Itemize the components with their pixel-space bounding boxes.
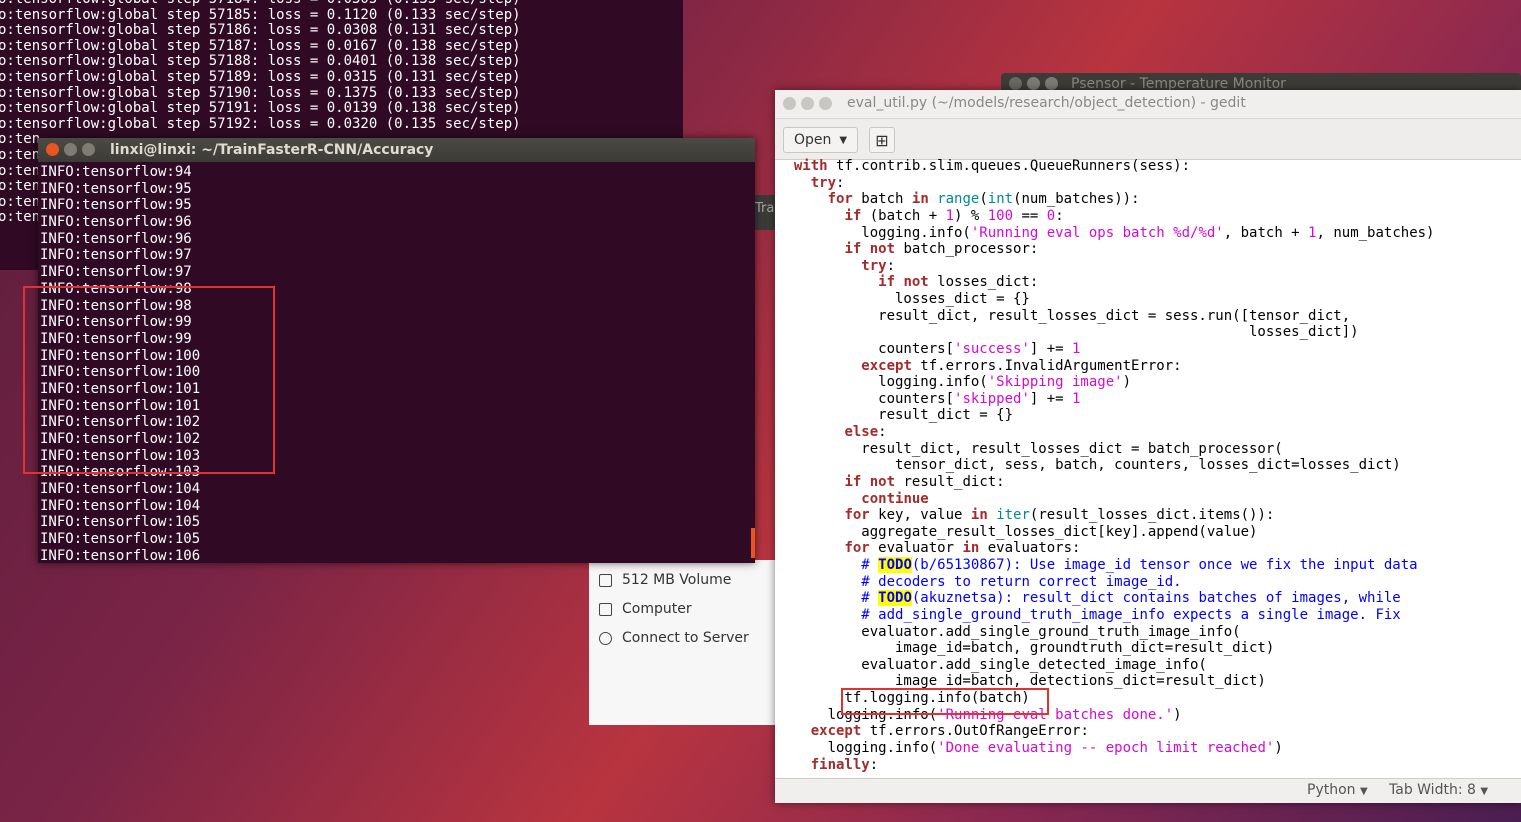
code-line: result_dict, result_losses_dict = sess.r… bbox=[777, 307, 1351, 324]
code-line: continue bbox=[861, 490, 929, 507]
terminal-line: o:tensorflow:global step 57187: loss = 0… bbox=[0, 37, 521, 54]
code-line: try: bbox=[861, 257, 896, 274]
minimize-icon[interactable] bbox=[1027, 77, 1040, 90]
code-line: evaluator.add_single_ground_truth_image_… bbox=[777, 623, 1241, 640]
terminal-line: o:tensorflow:global step 57189: loss = 0… bbox=[0, 68, 521, 85]
terminal-line: INFO:tensorflow:104 bbox=[40, 481, 201, 498]
terminal-line: INFO:tensorflow:97 bbox=[40, 264, 192, 281]
code-line: else: bbox=[844, 424, 887, 440]
close-icon[interactable] bbox=[783, 97, 796, 110]
minimize-icon[interactable] bbox=[64, 143, 77, 156]
close-icon[interactable] bbox=[46, 143, 59, 156]
terminal-title: linxi@linxi: ~/TrainFasterR-CNN/Accuracy bbox=[110, 142, 434, 158]
open-button[interactable]: Open ▼ bbox=[783, 127, 859, 153]
terminal-line: INFO:tensorflow:105 bbox=[40, 514, 201, 531]
gedit-title: eval_util.py (~/models/research/object_d… bbox=[847, 95, 1246, 111]
server-icon bbox=[599, 631, 612, 645]
code-line: logging.info('Running eval ops batch %d/… bbox=[777, 224, 1435, 241]
sidebar-item-computer[interactable]: Computer bbox=[599, 601, 692, 617]
sidebar-item-label: 512 MB Volume bbox=[622, 572, 732, 588]
terminal-line: o:tensorflow:global step 57192: loss = 0… bbox=[0, 115, 521, 132]
status-bar: Python ▼ Tab Width: 8 ▼ bbox=[775, 778, 1521, 803]
terminal-line: o:tensorflow:global step 57186: loss = 0… bbox=[0, 22, 521, 39]
scrollbar[interactable] bbox=[751, 528, 755, 558]
file-manager-tab[interactable]: Trai bbox=[755, 195, 775, 230]
code-editor[interactable]: with tf.contrib.slim.queues.QueueRunners… bbox=[775, 158, 1521, 778]
maximize-icon[interactable] bbox=[82, 143, 95, 156]
code-line: losses_dict = {} bbox=[777, 291, 1030, 307]
maximize-icon[interactable] bbox=[819, 97, 832, 110]
code-line: logging.info('Skipping image') bbox=[777, 374, 1132, 391]
gedit-toolbar: Open ▼ ⊞ bbox=[775, 119, 1521, 160]
code-line: if not losses_dict: bbox=[878, 274, 1039, 291]
code-line: image_id=batch, groundtruth_dict=result_… bbox=[777, 640, 1275, 657]
code-line: with tf.contrib.slim.queues.QueueRunners… bbox=[793, 158, 1191, 174]
terminal-line: INFO:tensorflow:105 bbox=[40, 531, 201, 548]
terminal-line: o:tensorflow:global step 57188: loss = 0… bbox=[0, 53, 521, 70]
chevron-down-icon: ▼ bbox=[839, 134, 848, 146]
code-line: except tf.errors.InvalidArgumentError: bbox=[861, 357, 1182, 374]
sidebar-item-label: Computer bbox=[622, 601, 692, 617]
code-line: # decoders to return correct image_id. bbox=[861, 573, 1182, 590]
code-line: evaluator.add_single_detected_image_info… bbox=[777, 656, 1207, 673]
code-line: result_dict = {} bbox=[777, 407, 1014, 424]
highlight-box-code bbox=[841, 688, 1049, 715]
terminal-line: INFO:tensorflow:97 bbox=[40, 247, 192, 264]
code-line: if not result_dict: bbox=[844, 473, 1005, 490]
drive-icon bbox=[599, 573, 612, 587]
terminal-line: INFO:tensorflow:96 bbox=[40, 214, 192, 231]
code-line: counters['skipped'] += 1 bbox=[777, 390, 1081, 407]
chevron-down-icon: ▼ bbox=[1480, 786, 1489, 797]
code-line: try: bbox=[810, 174, 845, 191]
code-line: losses_dict]) bbox=[777, 324, 1359, 341]
code-line: # add_single_ground_truth_image_info exp… bbox=[861, 606, 1401, 623]
code-line: logging.info('Done evaluating -- epoch l… bbox=[777, 739, 1283, 756]
close-icon[interactable] bbox=[1009, 77, 1022, 90]
code-line: tensor_dict, sess, batch, counters, loss… bbox=[777, 457, 1401, 474]
terminal-line: o:tensorflow:global step 57191: loss = 0… bbox=[0, 100, 521, 117]
terminal-line: INFO:tensorflow:95 bbox=[40, 197, 192, 214]
terminal-line: o:tensorflow:global step 57190: loss = 0… bbox=[0, 84, 521, 101]
terminal-line: INFO:tensorflow:104 bbox=[40, 497, 201, 514]
code-line: for batch in range(int(num_batches)): bbox=[827, 191, 1140, 208]
terminal-line: o:tensorflow:global step 57185: loss = 0… bbox=[0, 6, 521, 23]
language-selector[interactable]: Python ▼ bbox=[1307, 782, 1368, 798]
sidebar-item-volume[interactable]: 512 MB Volume bbox=[599, 572, 731, 588]
terminal-titlebar[interactable]: linxi@linxi: ~/TrainFasterR-CNN/Accuracy bbox=[38, 138, 755, 162]
code-line: if not batch_processor: bbox=[844, 241, 1039, 258]
highlight-box-terminal bbox=[23, 286, 275, 474]
terminal-line: INFO:tensorflow:106 bbox=[40, 547, 201, 564]
tab-width-selector[interactable]: Tab Width: 8 ▼ bbox=[1389, 782, 1488, 798]
code-line: result_dict, result_losses_dict = batch_… bbox=[777, 440, 1283, 457]
code-line: finally: bbox=[810, 756, 879, 773]
code-line: for evaluator in evaluators: bbox=[844, 540, 1081, 557]
terminal-line: INFO:tensorflow:95 bbox=[40, 180, 192, 197]
sidebar-item-label: Connect to Server bbox=[622, 630, 749, 646]
code-line: for key, value in iter(result_losses_dic… bbox=[844, 507, 1275, 524]
computer-icon bbox=[599, 602, 612, 616]
new-tab-button[interactable]: ⊞ bbox=[869, 127, 895, 153]
file-manager-sidebar: 512 MB Volume Computer Connect to Server bbox=[589, 560, 777, 725]
terminal-line: INFO:tensorflow:96 bbox=[40, 230, 192, 247]
code-line: # TODO(b/65130867): Use image_id tensor … bbox=[861, 557, 1418, 573]
open-button-label: Open bbox=[794, 132, 832, 148]
new-tab-icon: ⊞ bbox=[875, 130, 889, 150]
code-line: # TODO(akuznetsa): result_dict contains … bbox=[861, 590, 1401, 607]
chevron-down-icon: ▼ bbox=[1359, 786, 1368, 797]
minimize-icon[interactable] bbox=[801, 97, 814, 110]
code-line: aggregate_result_losses_dict[key].append… bbox=[777, 523, 1258, 540]
gedit-titlebar[interactable]: eval_util.py (~/models/research/object_d… bbox=[775, 90, 1521, 119]
terminal-line: INFO:tensorflow:94 bbox=[40, 164, 192, 180]
code-line: if (batch + 1) % 100 == 0: bbox=[844, 207, 1064, 224]
maximize-icon[interactable] bbox=[1045, 77, 1058, 90]
code-line: except tf.errors.OutOfRangeError: bbox=[810, 723, 1089, 740]
sidebar-item-connect-server[interactable]: Connect to Server bbox=[599, 630, 749, 646]
code-line: counters['success'] += 1 bbox=[777, 340, 1081, 357]
